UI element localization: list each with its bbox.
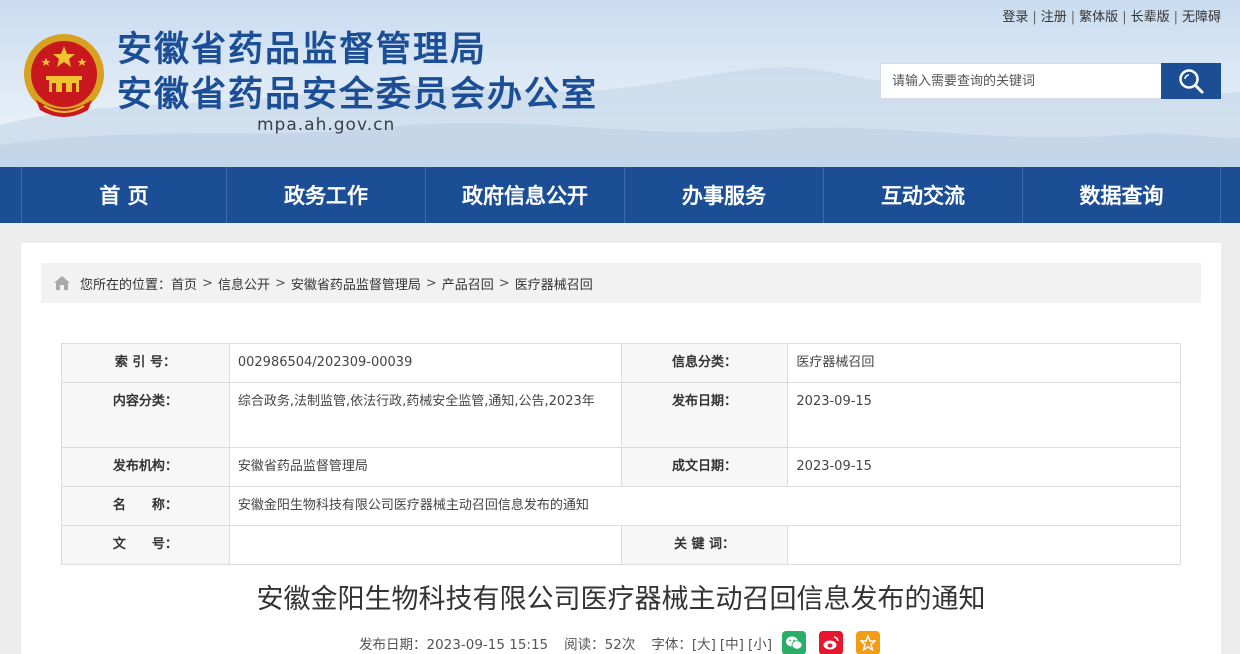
register-link[interactable]: 注册	[1041, 10, 1067, 25]
publish-date-value: 2023-09-15	[787, 382, 1181, 448]
search-input[interactable]	[880, 63, 1161, 99]
elderly-mode-link[interactable]: 长辈版	[1131, 10, 1170, 25]
main-nav: 首 页 政务工作 政府信息公开 办事服务 互动交流 数据查询	[0, 167, 1240, 223]
breadcrumb-prefix: 您所在的位置：	[80, 277, 172, 293]
site-domain: mpa.ah.gov.cn	[257, 115, 396, 135]
keywords-label: 关 键 词：	[620, 525, 789, 565]
breadcrumb-device-recall[interactable]: 医疗器械召回	[515, 274, 593, 293]
breadcrumb-separator: >	[274, 275, 286, 291]
nav-services[interactable]: 办事服务	[624, 167, 823, 223]
content-category-value: 综合政务,法制监管,依法行政,药械安全监管,通知,公告,2023年	[228, 382, 622, 448]
nav-home[interactable]: 首 页	[21, 167, 226, 223]
keywords-value	[787, 525, 1181, 565]
search-icon	[1179, 69, 1204, 94]
divider: |	[1173, 10, 1178, 25]
font-size-large[interactable]: [大]	[692, 633, 716, 653]
search-box	[880, 63, 1221, 99]
breadcrumb-separator: >	[498, 275, 510, 291]
breadcrumb-bureau[interactable]: 安徽省药品监督管理局	[291, 274, 421, 293]
divider: |	[1070, 10, 1076, 25]
nav-data-query[interactable]: 数据查询	[1022, 167, 1220, 223]
nav-information-disclosure[interactable]: 政府信息公开	[425, 167, 624, 223]
table-row: 发布机构： 安徽省药品监督管理局 成文日期： 2023-09-15	[61, 447, 1181, 487]
site-title: 安徽省药品监督管理局	[117, 30, 488, 70]
name-value: 安徽金阳生物科技有限公司医疗器械主动召回信息发布的通知	[228, 486, 1182, 526]
share-wechat-button[interactable]	[781, 631, 806, 654]
document-number-label: 文 号：	[61, 525, 230, 565]
index-label: 索 引 号：	[61, 343, 230, 383]
nav-interaction[interactable]: 互动交流	[823, 167, 1022, 223]
index-value: 002986504/202309-00039	[228, 343, 622, 383]
article-info: 发布日期：2023-09-15 15:15 阅读：52次 字体： [大] [中]…	[359, 631, 880, 654]
publisher-value: 安徽省药品监督管理局	[228, 447, 622, 487]
national-emblem-icon	[24, 34, 104, 117]
category-value: 医疗器械召回	[787, 343, 1181, 383]
metadata-table: 索 引 号： 002986504/202309-00039 信息分类： 医疗器械…	[61, 343, 1182, 565]
divider: |	[1122, 10, 1127, 25]
created-date-value: 2023-09-15	[787, 447, 1181, 487]
site-subtitle: 安徽省药品安全委员会办公室	[117, 75, 599, 115]
publish-datetime: 发布日期：2023-09-15 15:15	[359, 637, 549, 653]
table-row: 文 号： 关 键 词：	[61, 525, 1181, 565]
breadcrumb-home[interactable]: 首页	[171, 274, 197, 293]
home-icon	[54, 276, 70, 290]
category-label: 信息分类：	[620, 343, 789, 383]
font-size-medium[interactable]: [中]	[720, 633, 744, 653]
table-row: 索 引 号： 002986504/202309-00039 信息分类： 医疗器械…	[61, 343, 1181, 383]
favorite-button[interactable]	[855, 631, 880, 654]
divider: |	[1032, 10, 1037, 25]
share-weibo-button[interactable]	[818, 631, 843, 654]
favorite-icon	[859, 635, 876, 651]
created-date-label: 成文日期：	[620, 447, 789, 487]
publisher-label: 发布机构：	[61, 447, 230, 487]
table-row: 名 称： 安徽金阳生物科技有限公司医疗器械主动召回信息发布的通知	[61, 486, 1182, 526]
nav-government-affairs[interactable]: 政务工作	[226, 167, 425, 223]
wechat-icon	[785, 636, 803, 650]
table-row: 内容分类： 综合政务,法制监管,依法行政,药械安全监管,通知,公告,2023年 …	[61, 382, 1181, 448]
top-links: 登录 | 注册 | 繁体版 | 长辈版 | 无障碍	[1002, 6, 1221, 25]
breadcrumb-info-disclosure[interactable]: 信息公开	[218, 274, 270, 293]
name-label: 名 称：	[61, 486, 230, 526]
site-header: 安徽省药品监督管理局 安徽省药品安全委员会办公室 mpa.ah.gov.cn 登…	[0, 0, 1240, 167]
breadcrumb-product-recall[interactable]: 产品召回	[442, 274, 494, 293]
font-size-small[interactable]: [小]	[748, 633, 772, 653]
search-button[interactable]	[1161, 63, 1221, 99]
publish-date-label: 发布日期：	[620, 382, 789, 448]
login-link[interactable]: 登录	[1002, 10, 1028, 25]
content-panel: 您所在的位置： 首页 > 信息公开 > 安徽省药品监督管理局 > 产品召回 > …	[21, 243, 1221, 654]
breadcrumb: 您所在的位置： 首页 > 信息公开 > 安徽省药品监督管理局 > 产品召回 > …	[41, 263, 1201, 303]
nav-divider	[1220, 167, 1221, 223]
content-category-label: 内容分类：	[61, 382, 230, 448]
traditional-chinese-link[interactable]: 繁体版	[1079, 10, 1118, 25]
font-size-label: 字体：	[651, 637, 692, 653]
breadcrumb-separator: >	[202, 275, 213, 291]
read-count: 阅读：52次	[564, 637, 636, 653]
breadcrumb-separator: >	[425, 275, 437, 291]
weibo-icon	[823, 636, 839, 650]
article-title: 安徽金阳生物科技有限公司医疗器械主动召回信息发布的通知	[256, 584, 986, 615]
accessibility-link[interactable]: 无障碍	[1182, 10, 1221, 25]
document-number-value	[228, 525, 622, 565]
